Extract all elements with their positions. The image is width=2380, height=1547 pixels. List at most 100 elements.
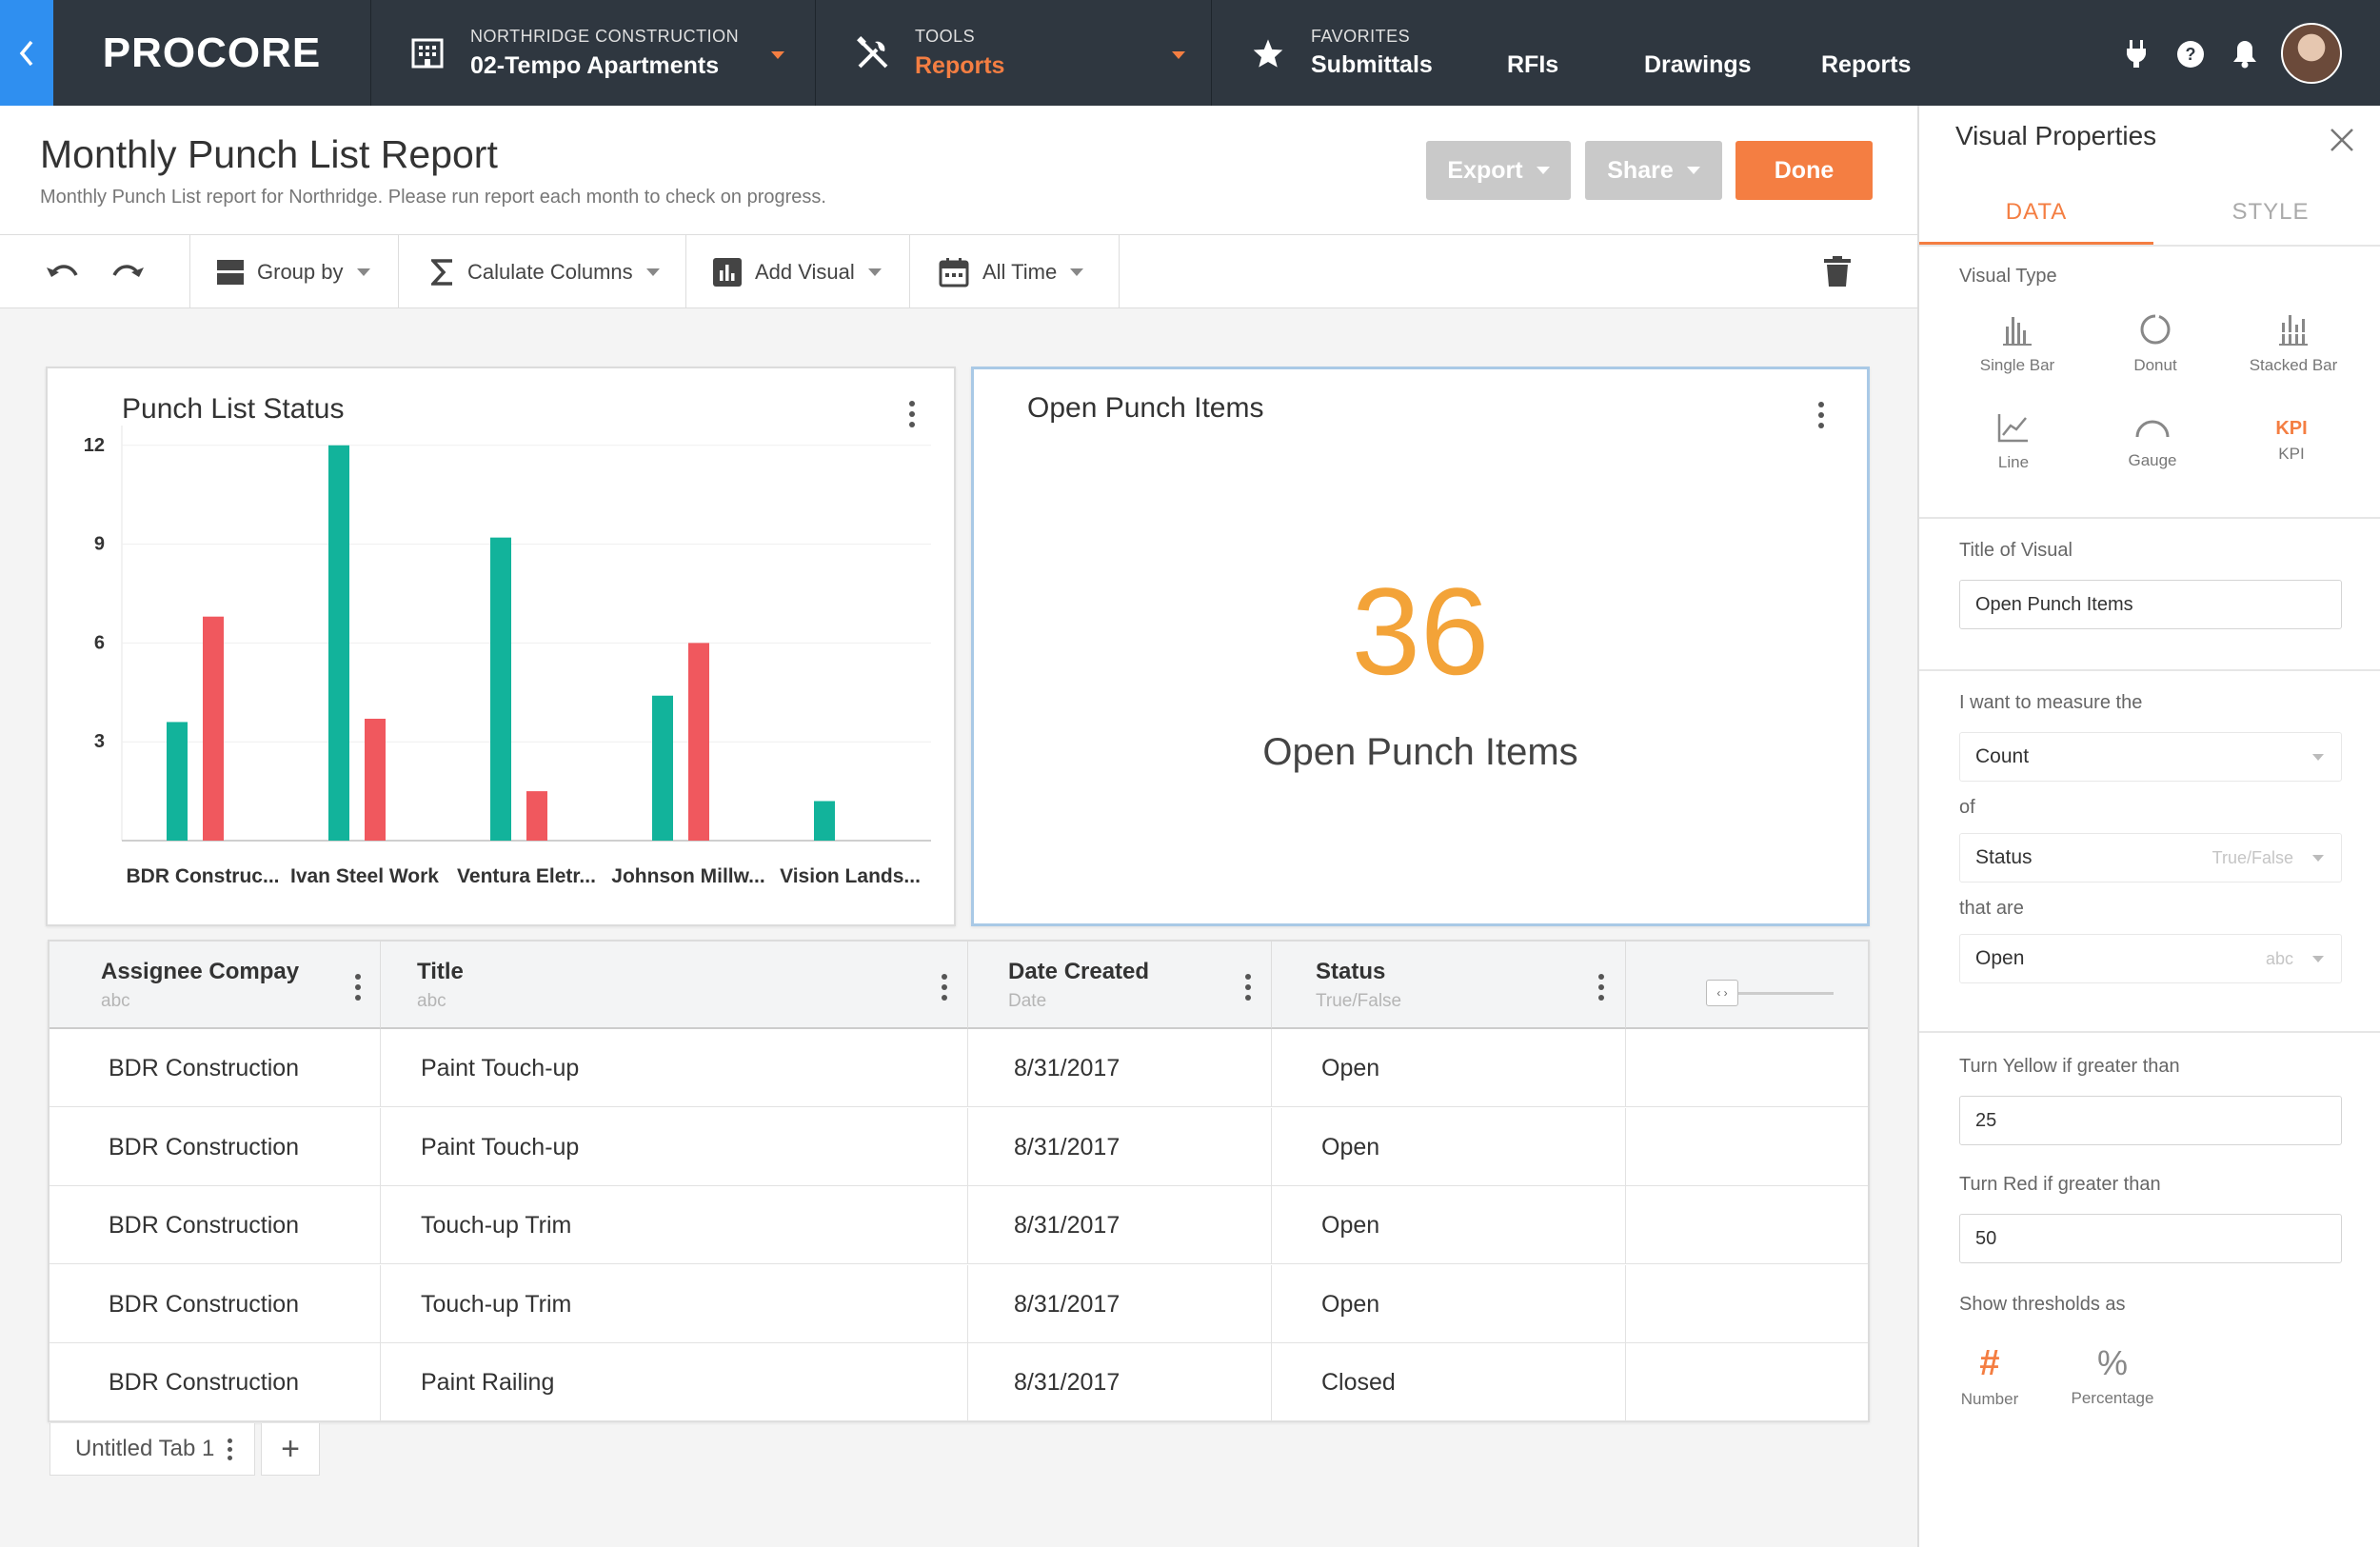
favorite-rfis[interactable]: RFIs bbox=[1507, 51, 1558, 79]
group-by-dropdown[interactable]: Group by bbox=[190, 235, 399, 308]
bar-series-1 bbox=[814, 801, 835, 841]
calculate-columns-dropdown[interactable]: Calulate Columns bbox=[399, 235, 686, 308]
notification-bell-icon[interactable] bbox=[2231, 38, 2258, 69]
column-header-label: Assignee Compay bbox=[101, 959, 300, 984]
page-subtitle: Monthly Punch List report for Northridge… bbox=[40, 187, 826, 208]
redo-icon[interactable] bbox=[110, 262, 145, 283]
kpi-value: 36 bbox=[1351, 562, 1490, 701]
visual-type-kpi[interactable]: KPI KPI bbox=[2230, 418, 2353, 464]
percent-icon: % bbox=[2096, 1343, 2128, 1382]
add-tab-button[interactable]: + bbox=[261, 1423, 320, 1476]
x-tick-label: BDR Construc... bbox=[126, 865, 279, 887]
table-row[interactable]: BDR Construction Paint Railing 8/31/2017 Cl… bbox=[50, 1343, 1868, 1421]
bar-chart-icon bbox=[713, 257, 742, 287]
tools-selector[interactable]: TOOLS Reports bbox=[816, 0, 1212, 106]
project-selector[interactable]: NORTHRIDGE CONSTRUCTION 02-Tempo Apartme… bbox=[371, 0, 816, 106]
visual-type-donut[interactable]: Donut bbox=[2093, 313, 2217, 375]
add-visual-dropdown[interactable]: Add Visual bbox=[686, 235, 910, 308]
punch-list-status-card[interactable]: Punch List Status 3 6 9 12 BDR Construc... Iv… bbox=[46, 367, 956, 926]
favorite-drawings[interactable]: Drawings bbox=[1644, 51, 1752, 79]
table-row[interactable]: BDR Construction Touch-up Trim 8/31/2017 Op… bbox=[50, 1264, 1868, 1343]
export-button[interactable]: Export bbox=[1426, 141, 1571, 200]
trash-icon[interactable] bbox=[1824, 256, 1851, 287]
column-type-label: abc bbox=[101, 991, 130, 1011]
that-are-select[interactable]: Open abc bbox=[1959, 934, 2342, 983]
plug-icon[interactable] bbox=[2125, 38, 2148, 69]
punch-list-status-chart: 3 6 9 12 BDR Construc... Ivan Steel Work Ventu… bbox=[84, 426, 931, 887]
kpi-label: Open Punch Items bbox=[1262, 731, 1578, 773]
kpi-icon: KPI bbox=[2275, 418, 2308, 439]
back-button[interactable] bbox=[0, 0, 53, 106]
favorite-submittals[interactable]: Submittals bbox=[1311, 51, 1433, 79]
threshold-format-percentage[interactable]: % Percentage bbox=[2060, 1343, 2165, 1408]
column-type-label: abc bbox=[417, 991, 446, 1011]
percentage-label: Percentage bbox=[2071, 1389, 2154, 1407]
red-threshold-label: Turn Red if greater than bbox=[1959, 1174, 2161, 1195]
column-menu-icon[interactable] bbox=[354, 974, 362, 1001]
table-cell: Open bbox=[1272, 1029, 1626, 1107]
favorites-bar: FAVORITES Submittals RFIs Drawings Repor… bbox=[1212, 0, 2269, 106]
procore-logo[interactable]: PROCORE bbox=[53, 0, 371, 106]
close-icon[interactable] bbox=[2329, 127, 2355, 153]
column-header-status[interactable]: Status True/False bbox=[1272, 942, 1626, 1029]
done-button[interactable]: Done bbox=[1735, 141, 1873, 200]
done-label: Done bbox=[1774, 156, 1835, 184]
of-field-select[interactable]: Status True/False bbox=[1959, 833, 2342, 883]
share-button[interactable]: Share bbox=[1585, 141, 1722, 200]
visual-type-single-bar[interactable]: Single Bar bbox=[1955, 313, 2079, 375]
table-row[interactable]: BDR Construction Paint Touch-up 8/31/2017 O… bbox=[50, 1107, 1868, 1186]
sigma-icon bbox=[431, 258, 452, 286]
visual-type-gauge[interactable]: Gauge bbox=[2091, 416, 2214, 470]
measure-select[interactable]: Count bbox=[1959, 732, 2342, 782]
column-menu-icon[interactable] bbox=[1597, 974, 1605, 1001]
caret-down-icon bbox=[356, 268, 370, 276]
report-toolbar: Group by Calulate Columns Add Visual All… bbox=[0, 235, 1917, 308]
title-of-visual-input[interactable]: Open Punch Items bbox=[1959, 580, 2342, 629]
group-by-label: Group by bbox=[257, 259, 344, 284]
column-header-assignee[interactable]: Assignee Compay abc bbox=[50, 942, 381, 1029]
favorite-reports[interactable]: Reports bbox=[1821, 51, 1911, 79]
time-range-dropdown[interactable]: All Time bbox=[910, 235, 1120, 308]
threshold-format-number[interactable]: # Number bbox=[1942, 1343, 2037, 1409]
yellow-threshold-input[interactable]: 25 bbox=[1959, 1096, 2342, 1145]
table-row[interactable]: BDR Construction Touch-up Trim 8/31/2017 Op… bbox=[50, 1186, 1868, 1264]
chevron-left-icon bbox=[19, 40, 33, 66]
project-company: NORTHRIDGE CONSTRUCTION bbox=[470, 27, 740, 46]
logo-text: PROCORE bbox=[102, 29, 322, 76]
tab-data-label: DATA bbox=[2005, 199, 2068, 225]
bar-series-2 bbox=[203, 616, 224, 841]
table-cell: BDR Construction bbox=[50, 1264, 381, 1343]
calendar-icon bbox=[939, 257, 969, 287]
tools-label: TOOLS bbox=[915, 27, 976, 46]
table-row[interactable]: BDR Construction Paint Touch-up 8/31/2017 O… bbox=[50, 1029, 1868, 1107]
column-header-title[interactable]: Title abc bbox=[381, 942, 968, 1029]
help-icon[interactable]: ? bbox=[2176, 40, 2205, 69]
kpi-menu-icon[interactable] bbox=[1817, 402, 1825, 428]
tab-untitled-1[interactable]: Untitled Tab 1 bbox=[50, 1423, 255, 1476]
column-menu-icon[interactable] bbox=[1244, 974, 1252, 1001]
open-punch-items-card[interactable]: Open Punch Items 36 Open Punch Items bbox=[971, 367, 1870, 926]
column-width-slider-handle[interactable]: ‹ › bbox=[1706, 980, 1738, 1006]
column-menu-icon[interactable] bbox=[941, 974, 948, 1001]
visual-type-line[interactable]: Line bbox=[1952, 412, 2075, 472]
tab-data[interactable]: DATA bbox=[1919, 186, 2153, 247]
table-cell bbox=[1626, 1186, 1868, 1264]
report-header: Monthly Punch List Report Monthly Punch … bbox=[0, 106, 1917, 235]
undo-icon[interactable] bbox=[46, 262, 80, 283]
panel-title: Visual Properties bbox=[1955, 121, 2157, 150]
column-header-date-created[interactable]: Date Created Date bbox=[968, 942, 1272, 1029]
table-cell: Open bbox=[1272, 1107, 1626, 1186]
user-avatar[interactable] bbox=[2281, 23, 2342, 84]
bar-series-2 bbox=[526, 791, 547, 841]
bar-series-1 bbox=[328, 445, 349, 841]
red-threshold-input[interactable]: 50 bbox=[1959, 1214, 2342, 1263]
table-cell: Touch-up Trim bbox=[381, 1186, 968, 1264]
table-cell: 8/31/2017 bbox=[968, 1264, 1272, 1343]
visual-type-stacked-bar[interactable]: Stacked Bar bbox=[2231, 313, 2355, 375]
x-tick-label: Vision Lands... bbox=[780, 865, 921, 887]
bar-series-2 bbox=[365, 718, 386, 841]
table-cell: 8/31/2017 bbox=[968, 1186, 1272, 1264]
column-width-control: ‹ › bbox=[1626, 942, 1868, 1029]
tab-menu-icon[interactable] bbox=[226, 1438, 233, 1460]
tab-style[interactable]: STYLE bbox=[2153, 186, 2380, 247]
